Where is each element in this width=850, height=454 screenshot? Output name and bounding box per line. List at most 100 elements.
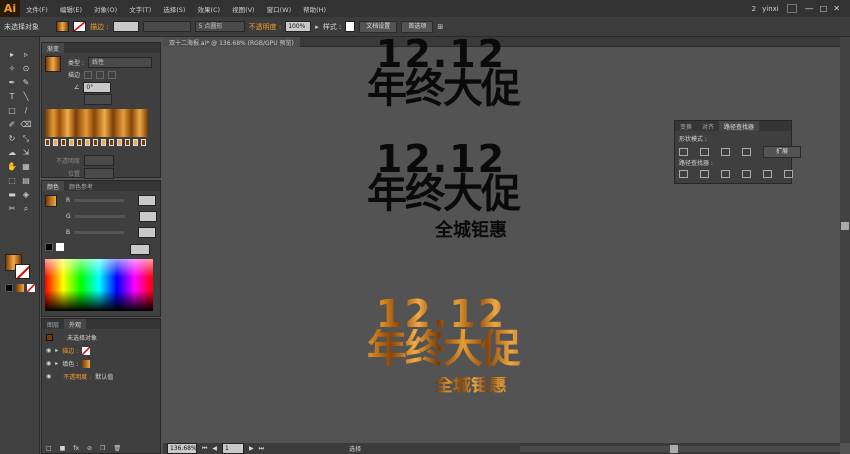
stop-position-input[interactable] — [84, 168, 115, 179]
expand-icon[interactable]: ▸ — [55, 347, 58, 354]
next-page-icon[interactable]: ▶ — [249, 445, 254, 452]
appearance-stroke-label[interactable]: 描边 : — [62, 346, 78, 355]
channel-r-slider[interactable] — [74, 199, 125, 202]
appearance-fill-swatch[interactable] — [82, 359, 91, 368]
gradient-stop[interactable] — [101, 139, 106, 146]
perspective-tool-icon[interactable]: ▦ — [20, 161, 32, 172]
notification-badge[interactable]: 2 — [752, 5, 756, 13]
channel-g-slider[interactable] — [74, 215, 125, 218]
gradient-stop[interactable] — [77, 139, 82, 146]
expand-icon[interactable]: ▸ — [55, 360, 58, 367]
eye-icon[interactable]: ◉ — [46, 373, 51, 380]
divide-icon[interactable] — [679, 170, 688, 178]
document-tab[interactable]: 双十二海报.ai* @ 136.68% (RGB/GPU 预览) — [163, 37, 300, 47]
eye-icon[interactable]: ◉ — [46, 360, 51, 367]
document-setup-button[interactable]: 文档设置 — [359, 20, 398, 33]
appearance-stroke-swatch[interactable] — [82, 346, 91, 355]
artwork-group[interactable]: 12.12 年终大促 — [343, 35, 553, 107]
paintbrush-tool-icon[interactable]: / — [20, 105, 32, 116]
opacity-arrow-icon[interactable]: ▸ — [315, 23, 319, 31]
gradient-stop[interactable] — [53, 139, 58, 146]
close-button[interactable]: ✕ — [833, 4, 840, 13]
stroke-swatch[interactable] — [73, 21, 86, 32]
hex-input[interactable] — [130, 244, 150, 255]
warp-tool-icon[interactable]: ☁ — [6, 147, 18, 158]
artwork-group[interactable]: 12.12 年终大促 全城钜惠 — [343, 295, 553, 405]
channel-g-input[interactable] — [138, 211, 157, 222]
stop-opacity-input[interactable] — [84, 155, 115, 166]
maximize-button[interactable]: □ — [820, 4, 828, 13]
pen-tool-icon[interactable]: ✒ — [6, 77, 18, 88]
tab-appearance[interactable]: 外观 — [64, 319, 87, 329]
unite-icon[interactable] — [679, 148, 688, 156]
last-page-icon[interactable]: ⏭ — [259, 445, 264, 453]
tab-gradient[interactable]: 渐变 — [42, 43, 65, 53]
style-swatch[interactable] — [345, 21, 356, 32]
clear-icon[interactable]: ⊘ — [87, 445, 92, 452]
color-fill-icon[interactable] — [45, 195, 57, 207]
trash-icon[interactable]: 🗑 — [113, 445, 121, 452]
stroke-weight-input[interactable] — [112, 21, 139, 32]
opacity-label[interactable]: 不透明度 : — [249, 22, 282, 32]
stroke-label[interactable]: 描边 : — [90, 22, 109, 32]
opacity-input[interactable]: 100% — [285, 21, 312, 32]
eraser-tool-icon[interactable]: ⌫ — [20, 119, 32, 130]
menu-item-3[interactable]: 文字(T) — [129, 6, 151, 14]
stroke-across-icon[interactable] — [108, 70, 117, 79]
menu-item-6[interactable]: 视图(V) — [232, 6, 255, 14]
search-icon[interactable] — [786, 4, 797, 13]
menu-item-2[interactable]: 对象(O) — [94, 6, 117, 14]
page-input[interactable]: 1 — [222, 443, 245, 454]
rectangle-tool-icon[interactable]: □ — [6, 105, 18, 116]
menu-item-8[interactable]: 帮助(H) — [303, 6, 326, 14]
minus-front-icon[interactable] — [700, 148, 709, 156]
arrange-icon[interactable]: ⊞ — [437, 23, 443, 31]
gradient-stop[interactable] — [69, 139, 74, 146]
appearance-fill-label[interactable]: 填色 : — [62, 359, 78, 368]
angle-input[interactable]: 0° — [83, 82, 112, 93]
gradient-stop[interactable] — [141, 139, 146, 146]
new-fill-icon[interactable]: ■ — [60, 445, 66, 452]
line-tool-icon[interactable]: ╲ — [20, 91, 32, 102]
direct-selection-tool-icon[interactable]: ▹ — [20, 49, 32, 60]
user-name[interactable]: yinxi — [762, 5, 779, 13]
zoom-input[interactable]: 136.68% — [167, 443, 197, 454]
menu-item-4[interactable]: 选择(S) — [163, 6, 185, 14]
tab-pathfinder[interactable]: 路径查找器 — [719, 121, 760, 131]
menu-item-1[interactable]: 编辑(E) — [60, 6, 82, 14]
magic-wand-tool-icon[interactable]: ✧ — [6, 63, 18, 74]
chart-tool-icon[interactable]: ▬ — [6, 189, 18, 200]
gradient-mode-icon[interactable] — [16, 284, 24, 292]
aspect-input[interactable] — [84, 94, 112, 105]
menu-item-0[interactable]: 文件(F) — [26, 6, 48, 14]
scale-tool-icon[interactable]: ⤡ — [20, 133, 32, 144]
type-tool-icon[interactable]: T — [6, 91, 18, 102]
tab-color[interactable]: 颜色 — [42, 181, 65, 191]
preferences-button[interactable]: 首选项 — [401, 20, 434, 33]
fx-icon[interactable]: fx — [73, 445, 79, 452]
vertical-scrollbar[interactable] — [840, 37, 850, 443]
fill-swatch[interactable] — [56, 21, 69, 32]
gradient-stop[interactable] — [45, 139, 50, 146]
minus-back-icon[interactable] — [784, 170, 793, 178]
channel-r-input[interactable] — [138, 195, 157, 206]
gradient-stop[interactable] — [61, 139, 66, 146]
selection-tool-icon[interactable]: ▸ — [6, 49, 18, 60]
gradient-stop[interactable] — [117, 139, 122, 146]
duplicate-icon[interactable]: ❐ — [100, 445, 105, 452]
none-mode-icon[interactable] — [27, 284, 35, 292]
color-spectrum[interactable] — [45, 259, 153, 311]
gradient-slider[interactable] — [45, 109, 148, 137]
trim-icon[interactable] — [700, 170, 709, 178]
eye-icon[interactable]: ◉ — [46, 347, 51, 354]
merge-icon[interactable] — [721, 170, 730, 178]
rotate-tool-icon[interactable]: ↻ — [6, 133, 18, 144]
tab-align[interactable]: 对齐 — [697, 121, 719, 131]
curvature-tool-icon[interactable]: ✎ — [20, 77, 32, 88]
scroll-thumb[interactable] — [841, 222, 849, 230]
prev-page-icon[interactable]: ◀ — [212, 445, 217, 452]
menu-item-7[interactable]: 窗口(W) — [267, 6, 292, 14]
appearance-opacity-label[interactable]: 不透明度 : — [63, 372, 91, 381]
menu-item-5[interactable]: 效果(C) — [197, 6, 220, 14]
pencil-tool-icon[interactable]: ✐ — [6, 119, 18, 130]
